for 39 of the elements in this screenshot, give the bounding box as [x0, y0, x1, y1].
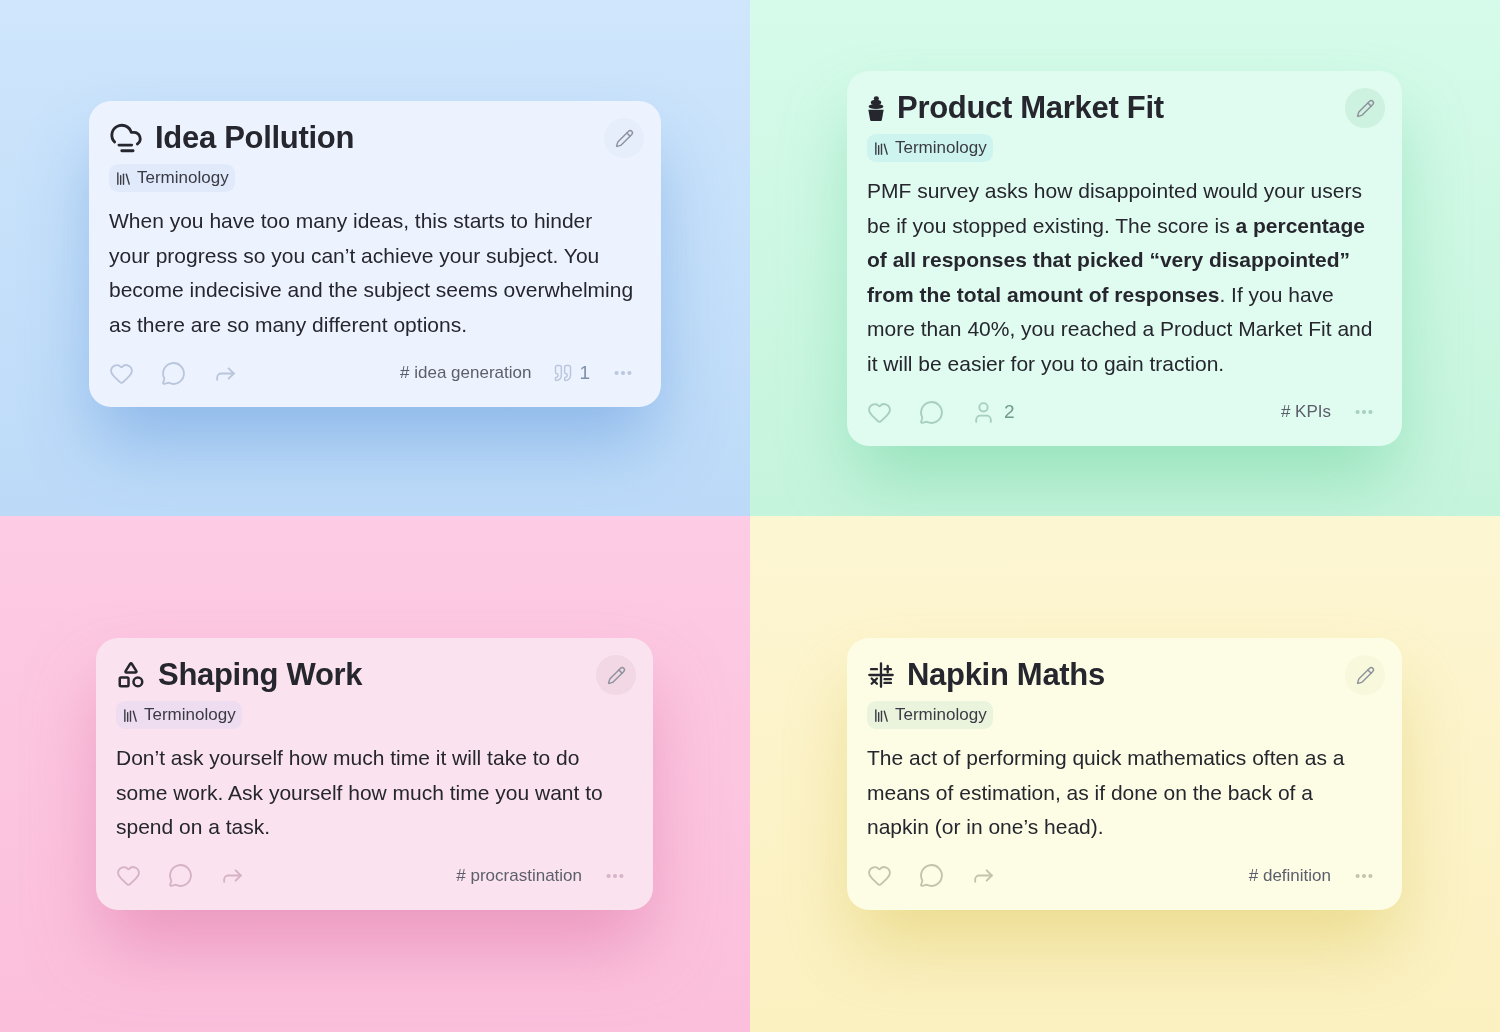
hashtag-link[interactable]: # definition [1248, 862, 1331, 889]
comment-icon[interactable] [919, 863, 944, 888]
category-text: Terminology [895, 137, 987, 160]
edit-button[interactable] [1345, 88, 1385, 128]
card-body-text: The act of performing quick mathematics often as a means of estimation, as if done on the back of a napkin (or in one’s head). [867, 745, 1346, 840]
comment-icon[interactable] [168, 863, 193, 888]
pencil-icon [606, 665, 626, 685]
card-title: Idea Pollution [155, 119, 355, 157]
books-icon [873, 706, 890, 724]
card-title: Shaping Work [158, 656, 363, 694]
hashtag-link[interactable]: # idea generation [400, 360, 532, 386]
comment-icon[interactable] [161, 360, 186, 386]
category-text: Terminology [895, 704, 987, 727]
quotes-button[interactable]: 1 [553, 358, 590, 388]
edit-button[interactable] [1345, 655, 1385, 695]
category-text: Terminology [144, 704, 236, 727]
shapes-icon [116, 660, 146, 690]
hashtag-link[interactable]: # KPIs [1280, 399, 1331, 425]
books-icon [873, 139, 890, 157]
card-title: Napkin Maths [907, 656, 1105, 694]
hashtag-link[interactable]: # procrastination [456, 862, 582, 889]
card-body-text: Don’t ask yourself how much time it will take to do some work. Ask yourself how much time you want to spend on a task. [116, 745, 604, 840]
card-body-text: When you have too many ideas, this starts to hinder your progress so you can’t achieve your subject. You become indecisive and the subject seems overwhelming as there are so many different options. [109, 208, 635, 338]
edit-button[interactable] [596, 655, 636, 695]
edit-button[interactable] [604, 118, 644, 158]
pencil-icon [614, 128, 634, 148]
comment-icon[interactable] [919, 399, 944, 425]
ice-cream-icon [867, 94, 885, 122]
books-icon [115, 169, 132, 187]
quote-icon [553, 363, 574, 383]
math-symbols-icon [867, 661, 895, 689]
pencil-icon [1355, 665, 1375, 685]
books-icon [122, 706, 139, 724]
pencil-icon [1355, 98, 1375, 118]
cloud-fog-icon [109, 121, 143, 155]
heart-icon[interactable] [116, 863, 141, 888]
card-title: Product Market Fit [897, 89, 1164, 127]
category-text: Terminology [137, 167, 229, 190]
heart-icon[interactable] [867, 863, 892, 888]
